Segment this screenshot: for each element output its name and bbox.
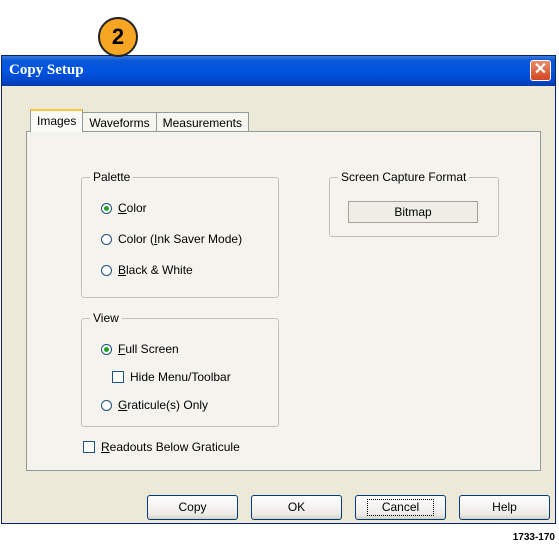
palette-ink-saver-label: Color (Ink Saver Mode) — [118, 232, 243, 246]
callout-number-badge: 2 — [98, 17, 138, 57]
images-tab-panel: Palette Color Color (Ink Saver Mode) Bla… — [26, 131, 541, 471]
palette-group-label: Palette — [90, 170, 134, 184]
view-full-screen-radio[interactable]: Full Screen — [101, 342, 179, 356]
title-bar[interactable]: Copy Setup ✕ — [2, 56, 555, 86]
view-graticule-only-radio[interactable]: Graticule(s) Only — [101, 398, 208, 412]
screen-capture-format-field[interactable]: Bitmap — [348, 201, 478, 223]
palette-group: Palette Color Color (Ink Saver Mode) Bla… — [81, 170, 279, 298]
view-group-label: View — [90, 311, 122, 325]
close-button[interactable]: ✕ — [530, 60, 551, 81]
callout-number: 2 — [111, 24, 125, 49]
copy-setup-dialog: Copy Setup ✕ Images Waveforms Measuremen… — [1, 55, 556, 524]
radio-selected-icon — [101, 202, 112, 214]
radio-unselected-icon — [101, 264, 112, 276]
palette-color-label: Color — [118, 201, 147, 215]
ok-button[interactable]: OK — [251, 495, 342, 520]
palette-black-white-label: Black & White — [118, 263, 193, 277]
checkbox-icon — [83, 441, 95, 453]
view-group: View Full Screen Hide Menu/Toolbar Grati… — [81, 311, 279, 427]
hide-menu-toolbar-checkbox[interactable]: Hide Menu/Toolbar — [112, 370, 231, 384]
copy-button[interactable]: Copy — [147, 495, 238, 520]
figure-id: 1733-170 — [512, 532, 555, 543]
palette-color-radio[interactable]: Color — [101, 201, 147, 215]
view-full-screen-label: Full Screen — [118, 342, 179, 356]
screen-capture-format-label: Screen Capture Format — [338, 170, 470, 184]
dialog-title: Copy Setup — [9, 62, 84, 78]
radio-unselected-icon — [101, 233, 112, 245]
tab-measurements[interactable]: Measurements — [155, 112, 249, 132]
palette-ink-saver-radio[interactable]: Color (Ink Saver Mode) — [101, 232, 242, 246]
readouts-below-graticule-checkbox[interactable]: Readouts Below Graticule — [83, 440, 240, 454]
palette-black-white-radio[interactable]: Black & White — [101, 263, 193, 277]
tab-strip: Images Waveforms Measurements — [30, 109, 249, 132]
tab-waveforms[interactable]: Waveforms — [82, 112, 157, 132]
checkbox-icon — [112, 371, 124, 383]
cancel-button-label: Cancel — [366, 499, 435, 516]
tab-images[interactable]: Images — [30, 109, 84, 132]
view-graticule-only-label: Graticule(s) Only — [118, 398, 209, 412]
help-button[interactable]: Help — [459, 495, 550, 520]
close-icon: ✕ — [533, 61, 548, 78]
screen-capture-format-group: Screen Capture Format Bitmap — [329, 170, 499, 237]
radio-unselected-icon — [101, 399, 112, 411]
readouts-below-graticule-label: Readouts Below Graticule — [101, 440, 240, 454]
hide-menu-toolbar-label: Hide Menu/Toolbar — [130, 370, 231, 384]
cancel-button[interactable]: Cancel — [355, 495, 446, 520]
radio-selected-icon — [101, 343, 112, 355]
